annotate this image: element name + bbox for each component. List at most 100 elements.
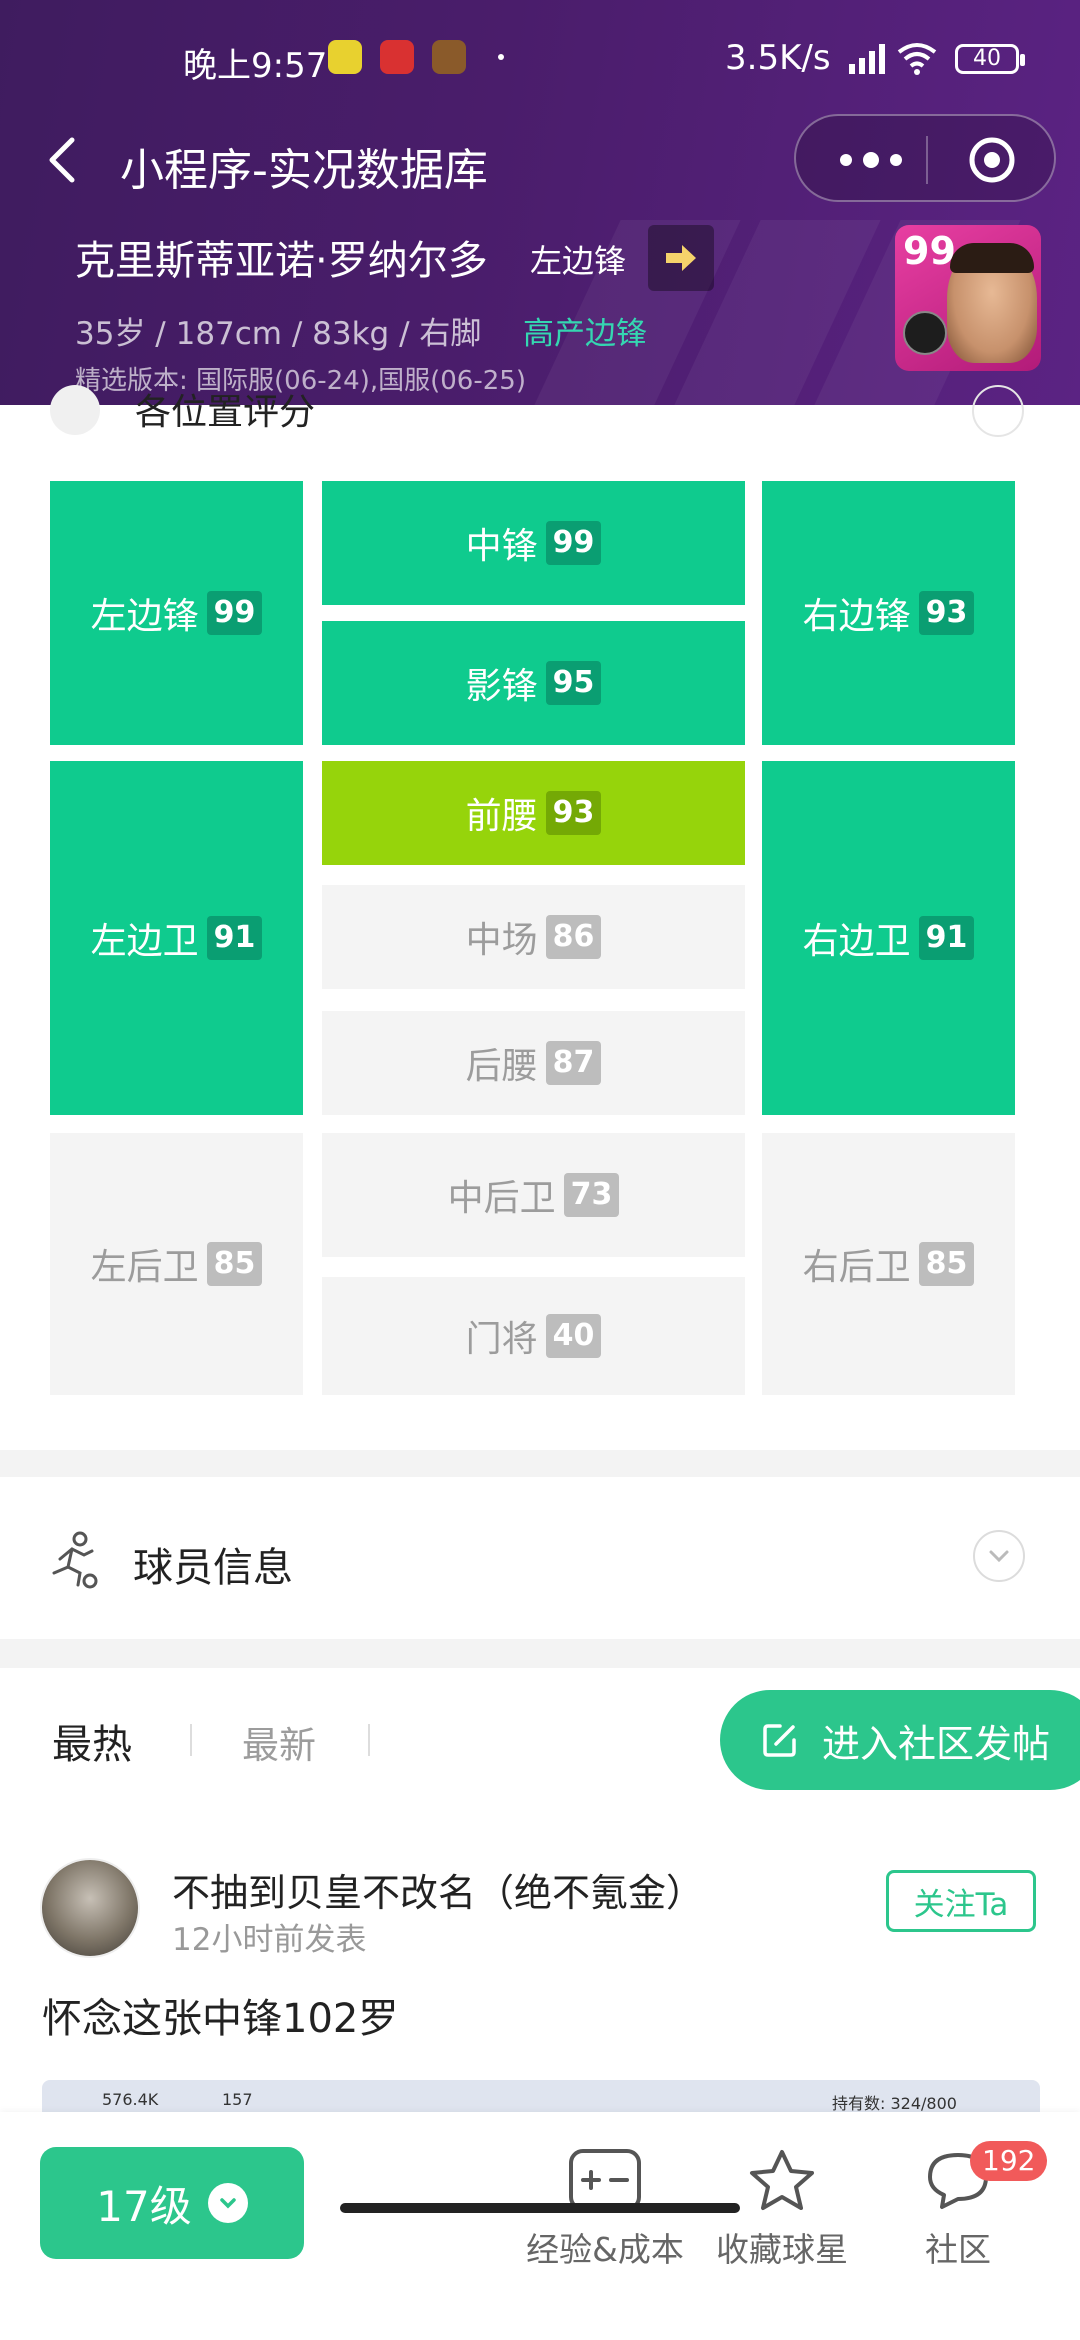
post-button-label: 进入社区发帖: [822, 1721, 1051, 1766]
player-info-row[interactable]: 球员信息: [0, 1477, 1080, 1639]
status-app-icons: [328, 40, 504, 74]
community-count-badge: 192: [970, 2141, 1048, 2181]
post-text[interactable]: 怀念这张中锋102罗: [42, 1986, 398, 2044]
player-photo-hair: [950, 243, 1034, 273]
position-label: 右边卫: [802, 921, 911, 962]
position-score: 95: [545, 661, 602, 705]
image-gp: 157: [222, 2090, 253, 2109]
arrow-right-icon: [666, 245, 696, 271]
player-position: 左边锋: [530, 242, 627, 280]
position-score: 85: [206, 1242, 263, 1286]
home-indicator[interactable]: [340, 2203, 740, 2213]
exp-cost-label: 经验&成本: [526, 2230, 684, 2269]
player-card[interactable]: 99: [895, 225, 1041, 371]
player-info-title: 球员信息: [133, 1545, 293, 1591]
position-score: 99: [206, 591, 263, 635]
wifi-icon: [897, 43, 937, 75]
miniprogram-capsule: [794, 114, 1056, 202]
community-nav[interactable]: 192 社区: [868, 2141, 1048, 2287]
position-cell-lmf[interactable]: 左边卫 91: [50, 761, 303, 1115]
position-cell-dmf[interactable]: 后腰 87: [322, 1011, 745, 1115]
chevron-down-icon[interactable]: [972, 1529, 1026, 1583]
position-cell-gk[interactable]: 门将 40: [322, 1277, 745, 1395]
position-label: 左边锋: [90, 596, 199, 637]
chevron-down-icon: [207, 2183, 248, 2223]
switch-player-button[interactable]: [648, 225, 714, 291]
position-cell-amf[interactable]: 前腰 93: [322, 761, 745, 865]
enter-community-post-button[interactable]: 进入社区发帖: [720, 1690, 1080, 1790]
player-meta: 35岁 / 187cm / 83kg / 右脚: [75, 316, 482, 352]
level-button[interactable]: 17级: [40, 2147, 304, 2259]
more-icon[interactable]: [836, 146, 906, 174]
signal-icon: [849, 44, 885, 74]
club-badge-icon: [903, 311, 947, 355]
battery-icon: 40: [955, 44, 1025, 74]
position-cell-ss[interactable]: 影锋 95: [322, 621, 745, 745]
more-notifications-dot: [498, 54, 504, 60]
position-label: 中后卫: [447, 1178, 556, 1219]
back-arrow-icon[interactable]: [40, 132, 90, 188]
tab-new[interactable]: 最新: [242, 1715, 316, 1769]
position-label: 左后卫: [90, 1247, 199, 1288]
rating-section-icon: [50, 385, 100, 435]
position-score: 99: [545, 521, 602, 565]
position-cell-rwf[interactable]: 右边锋 93: [762, 481, 1015, 745]
position-cell-rmf[interactable]: 右边卫 91: [762, 761, 1015, 1115]
tab-divider: [368, 1724, 370, 1756]
app-notification-icon: [380, 40, 414, 74]
position-cell-cb[interactable]: 中后卫 73: [322, 1133, 745, 1257]
position-label: 前腰: [465, 796, 538, 837]
image-coins: 576.4K: [102, 2090, 159, 2109]
level-label: 17级: [96, 2181, 192, 2231]
position-label: 影锋: [465, 666, 538, 707]
status-bar: 晚上9:57 3.5K/s 40: [0, 0, 1080, 120]
close-miniprogram-icon[interactable]: [968, 136, 1016, 184]
bottom-bar: 17级 经验&成本 收藏球星 192 社区: [0, 2112, 1080, 2340]
star-icon: [750, 2150, 814, 2210]
community-section: 最热 最新 进入社区发帖 不抽到贝皇不改名（绝不氪金） 12小时前发表 关注Ta…: [0, 1668, 1080, 2140]
app-notification-icon: [432, 40, 466, 74]
position-score: 93: [545, 791, 602, 835]
position-score: 40: [545, 1314, 602, 1358]
post-time: 12小时前发表: [172, 1922, 367, 1958]
player-tag: 高产边锋: [523, 316, 647, 352]
position-score: 86: [545, 915, 602, 959]
position-cell-lb[interactable]: 左后卫 85: [50, 1133, 303, 1395]
post-author[interactable]: 不抽到贝皇不改名（绝不氪金）: [172, 1862, 704, 1917]
favorite-players-nav[interactable]: 收藏球星: [692, 2147, 872, 2287]
position-label: 中锋: [465, 526, 538, 567]
position-score: 87: [545, 1041, 602, 1085]
capsule-divider: [926, 136, 928, 184]
position-rating-section: 各位置评分 左边锋 99 左边卫 91 左后卫 85 中锋 99 影锋 95 前…: [0, 385, 1080, 1450]
edit-icon: [763, 1724, 796, 1757]
position-label: 门将: [465, 1319, 538, 1360]
player-name: 克里斯蒂亚诺·罗纳尔多: [75, 238, 488, 284]
network-speed: 3.5K/s: [725, 38, 831, 78]
position-score: 93: [918, 591, 975, 635]
position-label: 左边卫: [90, 921, 199, 962]
running-player-icon: [52, 1531, 98, 1589]
position-cell-lwf[interactable]: 左边锋 99: [50, 481, 303, 745]
tab-hot[interactable]: 最热: [52, 1712, 132, 1770]
avatar[interactable]: [40, 1858, 140, 1958]
position-label: 后腰: [465, 1046, 538, 1087]
app-notification-icon: [328, 40, 362, 74]
position-score: 85: [918, 1242, 975, 1286]
position-score: 73: [563, 1173, 620, 1217]
position-cell-cf[interactable]: 中锋 99: [322, 481, 745, 605]
position-cell-rb[interactable]: 右后卫 85: [762, 1133, 1015, 1395]
player-header: 晚上9:57 3.5K/s 40 小程序-实况数据库 克里斯蒂亚诺·罗纳尔多 左…: [0, 0, 1080, 405]
navbar: 小程序-实况数据库: [0, 110, 1080, 210]
card-rating: 99: [903, 229, 956, 273]
collapse-chevron-icon[interactable]: [972, 385, 1024, 437]
position-score: 91: [206, 916, 263, 960]
position-label: 右后卫: [802, 1247, 911, 1288]
exp-cost-nav[interactable]: 经验&成本: [515, 2147, 695, 2287]
position-score: 91: [918, 916, 975, 960]
community-label: 社区: [925, 2230, 991, 2269]
status-time: 晚上9:57: [183, 46, 328, 86]
position-cell-cmf[interactable]: 中场 86: [322, 885, 745, 989]
page-title: 小程序-实况数据库: [120, 145, 488, 196]
follow-button[interactable]: 关注Ta: [886, 1870, 1036, 1932]
position-label: 右边锋: [802, 596, 911, 637]
